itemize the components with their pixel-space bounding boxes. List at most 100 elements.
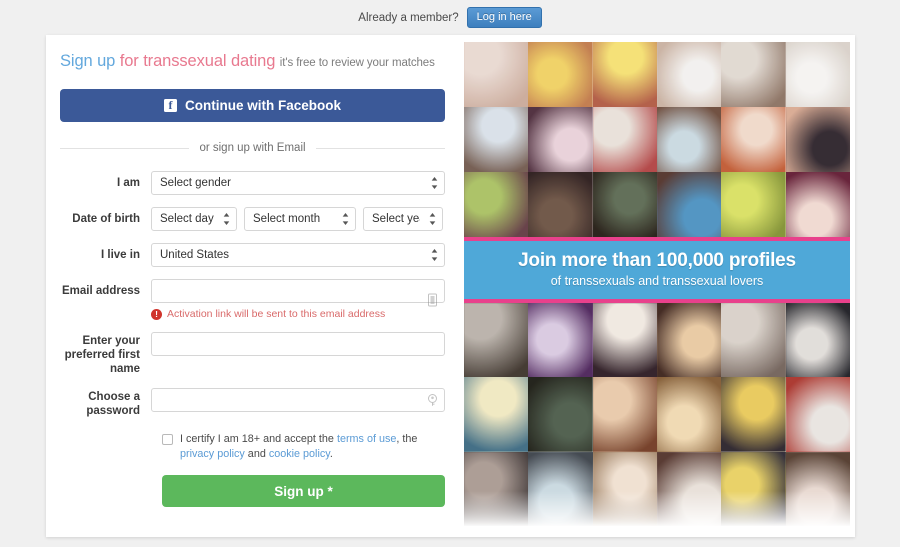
signup-card: Sign up for transsexual dating it's free… — [46, 35, 855, 537]
title-subtitle: it's free to review your matches — [279, 57, 435, 69]
firstname-row: Enter your preferred first name — [60, 332, 445, 376]
terms-text-before: I certify I am 18+ and accept the — [180, 433, 337, 445]
divider-label: or sign up with Email — [199, 142, 306, 154]
gender-row: I am Select gender — [60, 171, 445, 195]
warning-icon: ! — [151, 308, 162, 320]
profile-photo-grid-top — [464, 42, 850, 237]
profile-photo-tile — [592, 42, 657, 107]
email-control: ! Activation link will be sent to this e… — [151, 279, 445, 320]
profile-photo-tile — [721, 377, 786, 452]
country-select[interactable]: United States — [151, 243, 445, 267]
profile-photo-tile — [464, 451, 529, 526]
profile-photo-tile — [721, 303, 786, 378]
email-divider: or sign up with Email — [60, 142, 446, 154]
password-row: Choose a password — [60, 388, 445, 418]
profile-photo-tile — [657, 451, 722, 526]
continue-with-facebook-button[interactable]: f Continue with Facebook — [60, 89, 445, 122]
email-row: Email address ! Activation link will be … — [60, 279, 445, 320]
promo-banner-subtitle: of transsexuals and transsexual lovers — [550, 274, 764, 288]
profile-photo-tile — [592, 303, 657, 378]
privacy-policy-link[interactable]: privacy policy — [180, 448, 245, 460]
profile-photo-tile — [657, 377, 722, 452]
profile-photo-tile — [657, 42, 722, 107]
profile-photo-tile — [657, 107, 722, 172]
firstname-label: Enter your preferred first name — [64, 335, 140, 375]
password-label: Choose a password — [86, 391, 140, 417]
date-of-birth-row: Date of birth Select day Select month Se… — [60, 207, 445, 231]
profile-photo-tile — [464, 107, 529, 172]
profile-photo-tile — [592, 172, 657, 237]
profile-photo-tile — [721, 42, 786, 107]
divider-rule-right — [315, 147, 446, 149]
divider-rule-left — [60, 147, 190, 149]
cookie-policy-link[interactable]: cookie policy — [269, 448, 330, 460]
profile-photo-tile — [657, 172, 722, 237]
firstname-control — [151, 332, 445, 356]
sign-up-button[interactable]: Sign up * — [162, 475, 445, 507]
profile-photo-tile — [464, 377, 529, 452]
registration-form: I am Select gender Date of birth Select … — [60, 171, 445, 418]
promo-banner: Join more than 100,000 profiles of trans… — [464, 237, 850, 303]
profile-photo-tile — [592, 377, 657, 452]
dob-day-select[interactable]: Select day — [151, 207, 237, 231]
profile-photo-tile — [528, 42, 593, 107]
profile-photo-tile — [721, 107, 786, 172]
country-label: I live in — [101, 249, 140, 261]
profile-photo-tile — [721, 451, 786, 526]
page-title: Sign up for transsexual dating it's free… — [60, 47, 460, 71]
password-control — [151, 388, 445, 412]
dob-month-wrapper: Select month — [244, 207, 356, 231]
title-part-tagline: for transsexual dating — [119, 52, 276, 70]
profile-photo-tile — [464, 172, 529, 237]
country-row: I live in United States — [60, 243, 445, 267]
email-hint-text: Activation link will be sent to this ema… — [167, 308, 386, 320]
profile-photo-tile — [528, 451, 593, 526]
email-hint: ! Activation link will be sent to this e… — [151, 308, 445, 320]
facebook-icon: f — [163, 99, 177, 112]
profile-photo-tile — [785, 377, 850, 452]
terms-checkbox[interactable] — [162, 434, 173, 445]
log-in-here-button[interactable]: Log in here — [466, 6, 542, 29]
gender-label: I am — [116, 177, 140, 189]
profile-photo-tile — [592, 451, 657, 526]
password-input[interactable] — [151, 388, 445, 412]
profile-photo-tile — [721, 172, 786, 237]
profile-photo-tile — [785, 451, 850, 526]
profile-photo-tile — [464, 42, 529, 107]
member-prompt: Already a member? — [358, 11, 459, 24]
country-control: United States — [151, 243, 445, 267]
date-of-birth-control: Select day Select month Select year — [151, 207, 445, 231]
terms-of-use-link[interactable]: terms of use — [337, 433, 396, 445]
terms-row: I certify I am 18+ and accept the terms … — [162, 432, 445, 461]
email-input[interactable] — [151, 279, 445, 303]
dob-day-wrapper: Select day — [151, 207, 237, 231]
promo-column: Join more than 100,000 profiles of trans… — [460, 35, 855, 537]
top-bar: Already a member? Log in here — [0, 0, 900, 35]
profile-photo-tile — [528, 172, 593, 237]
profile-photo-tile — [528, 107, 593, 172]
email-label: Email address — [62, 285, 140, 297]
date-of-birth-label: Date of birth — [72, 213, 140, 225]
dob-year-select[interactable]: Select year — [363, 207, 443, 231]
facebook-button-label: Continue with Facebook — [184, 98, 341, 113]
signup-form-column: Sign up for transsexual dating it's free… — [46, 35, 460, 537]
date-of-birth-group: Select day Select month Select year — [151, 207, 445, 231]
terms-text-end: . — [329, 447, 333, 460]
profile-photo-tile — [528, 303, 593, 378]
dob-year-wrapper: Select year — [363, 207, 443, 231]
profile-photo-tile — [592, 107, 657, 172]
profile-photo-tile — [785, 42, 850, 107]
profile-photo-tile — [528, 377, 593, 452]
gender-select[interactable]: Select gender — [151, 171, 445, 195]
terms-text-mid2: and — [244, 447, 269, 460]
title-part-signup: Sign up — [60, 52, 116, 70]
dob-month-select[interactable]: Select month — [244, 207, 356, 231]
profile-photo-tile — [785, 172, 850, 237]
promo-banner-title: Join more than 100,000 profiles — [518, 250, 796, 271]
profile-photo-tile — [785, 303, 850, 378]
firstname-input[interactable] — [151, 332, 445, 356]
profile-photo-tile — [785, 107, 850, 172]
profile-photo-grid-bottom — [464, 303, 850, 526]
profile-photo-tile — [464, 303, 529, 378]
profile-photo-tile — [657, 303, 722, 378]
